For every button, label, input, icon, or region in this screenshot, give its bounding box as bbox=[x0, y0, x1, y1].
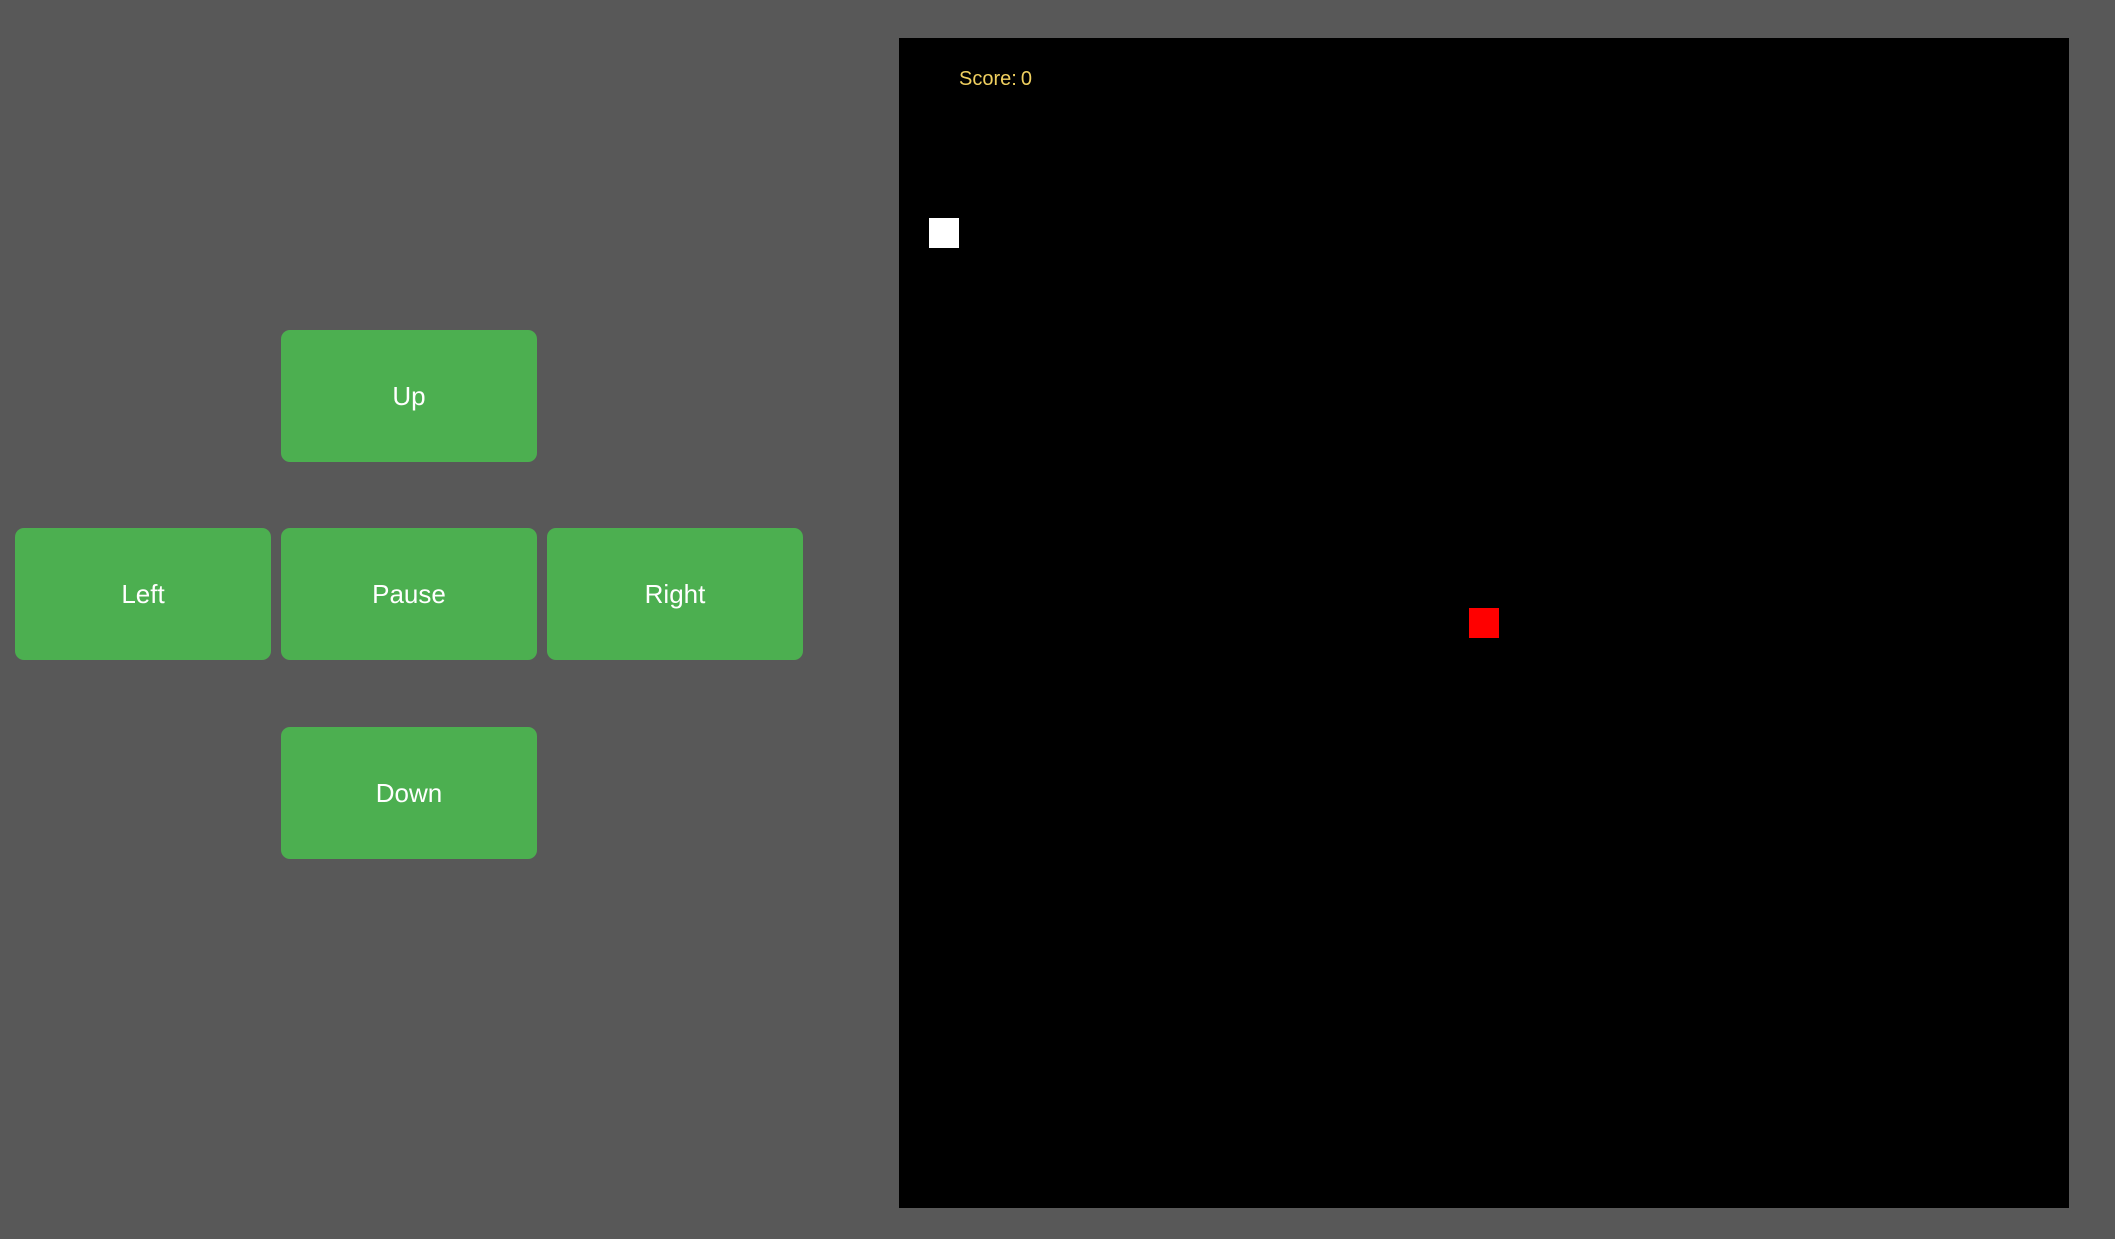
score-value: 0 bbox=[1020, 68, 1032, 90]
food-pellet bbox=[1469, 608, 1499, 638]
score-display: Score: 0 bbox=[959, 68, 1032, 91]
game-board[interactable]: Score: 0 bbox=[899, 38, 2069, 1208]
left-button[interactable]: Left bbox=[15, 528, 271, 660]
game-page: Up Left Pause Right Down Score: 0 bbox=[0, 0, 2115, 1239]
down-button[interactable]: Down bbox=[281, 727, 537, 859]
direction-controls: Up Left Pause Right Down bbox=[0, 0, 850, 1239]
pause-button[interactable]: Pause bbox=[281, 528, 537, 660]
up-button[interactable]: Up bbox=[281, 330, 537, 462]
right-button[interactable]: Right bbox=[547, 528, 803, 660]
score-label: Score: bbox=[959, 68, 1017, 90]
snake-head bbox=[929, 218, 959, 248]
